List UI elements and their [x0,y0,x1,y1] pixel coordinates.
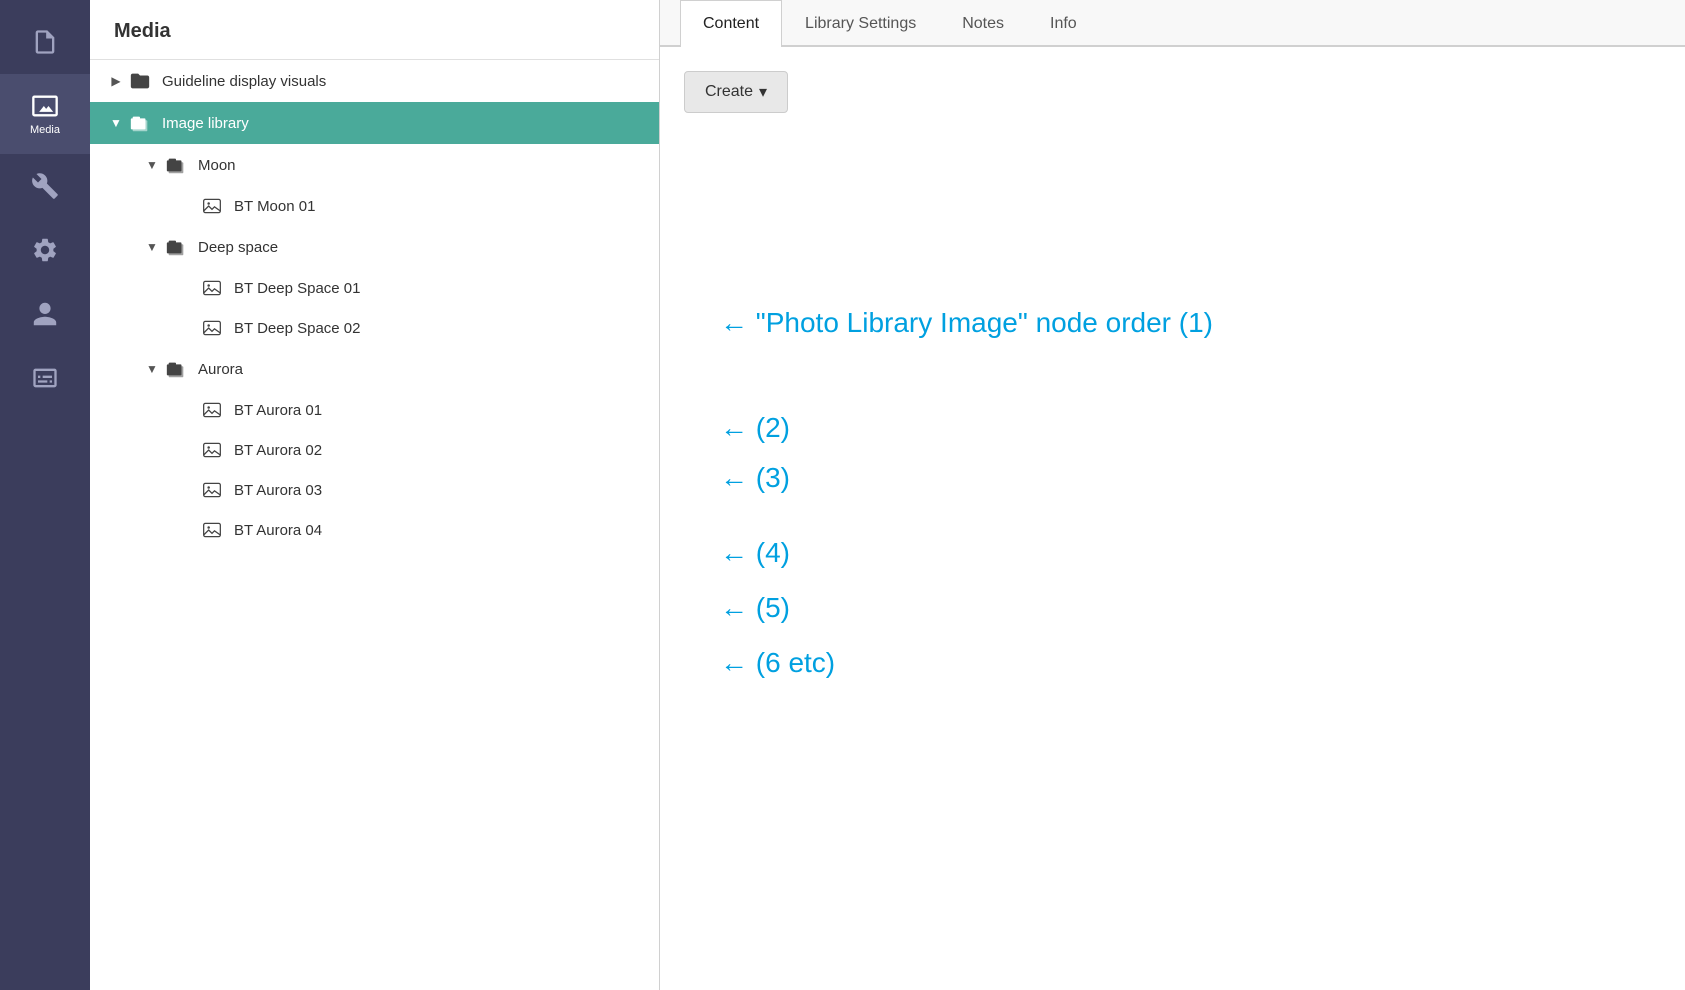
node-label: BT Moon 01 [234,198,315,215]
rail-item-settings[interactable] [0,218,90,282]
tree-node-bt-deep-space-02[interactable]: BT Deep Space 02 [90,308,659,348]
library-icon [162,236,190,258]
tree-panel: Media ▶ Guideline display visuals ▼ Imag… [90,0,660,990]
node-label: Moon [198,157,236,174]
image-icon [198,318,226,338]
annotation-main-text: ← "Photo Library Image" node order (1) [720,307,1213,339]
tree-node-bt-deep-space-01[interactable]: BT Deep Space 01 [90,268,659,308]
image-icon [198,400,226,420]
tab-library-settings[interactable]: Library Settings [782,0,939,47]
node-label: BT Deep Space 02 [234,320,360,337]
toggle-icon: ▼ [142,362,162,376]
toggle-icon: ▼ [106,116,126,130]
tools-icon [31,172,59,200]
node-label: Guideline display visuals [162,73,326,90]
card-icon [31,364,59,392]
toggle-icon: ▼ [142,240,162,254]
tabs-bar: ContentLibrary SettingsNotesInfo [660,0,1685,47]
annotation-5: ← (5) [720,592,790,624]
tree-node-guideline[interactable]: ▶ Guideline display visuals [90,60,659,102]
node-label: BT Aurora 02 [234,442,322,459]
rail-item-user[interactable] [0,282,90,346]
tree-header: Media [90,0,659,60]
annotation-6: ← (6 etc) [720,647,835,679]
toggle-icon: ▶ [106,74,126,88]
node-label: Aurora [198,361,243,378]
image-icon [198,278,226,298]
tree-node-bt-aurora-03[interactable]: BT Aurora 03 [90,470,659,510]
node-label: Image library [162,115,249,132]
rail-media-label: Media [30,124,60,136]
tree-node-bt-moon-01[interactable]: BT Moon 01 [90,186,659,226]
annotation-3: ← (3) [720,462,790,494]
tree-node-moon[interactable]: ▼ Moon [90,144,659,186]
media-icon [31,92,59,120]
create-button[interactable]: Create ▾ [684,71,788,113]
annotation-4: ← (4) [720,537,790,569]
tree-node-bt-aurora-04[interactable]: BT Aurora 04 [90,510,659,550]
tree-node-bt-aurora-01[interactable]: BT Aurora 01 [90,390,659,430]
tree-node-deep-space[interactable]: ▼ Deep space [90,226,659,268]
create-dropdown-icon: ▾ [759,82,767,102]
annotation-2: ← (2) [720,412,790,444]
image-icon [198,440,226,460]
rail-item-media[interactable]: Media [0,74,90,154]
tab-notes[interactable]: Notes [939,0,1027,47]
tab-info[interactable]: Info [1027,0,1100,47]
node-label: BT Aurora 03 [234,482,322,499]
tab-content[interactable]: Content [680,0,782,47]
image-icon [198,520,226,540]
folder-icon [126,70,154,92]
settings-icon [31,236,59,264]
image-icon [198,480,226,500]
node-label: BT Aurora 04 [234,522,322,539]
tree-node-image-library[interactable]: ▼ Image library [90,102,659,144]
node-label: Deep space [198,239,278,256]
node-label: BT Aurora 01 [234,402,322,419]
library-icon [162,154,190,176]
library-icon [162,358,190,380]
user-icon [31,300,59,328]
create-label: Create [705,83,753,101]
annotation-overlay: ← "Photo Library Image" node order (1) ←… [660,47,1685,990]
icon-rail: Media [0,0,90,990]
right-panel: ContentLibrary SettingsNotesInfo Create … [660,0,1685,990]
right-content: Create ▾ ← "Photo Library Image" node or… [660,47,1685,990]
tree-node-bt-aurora-02[interactable]: BT Aurora 02 [90,430,659,470]
image-icon [198,196,226,216]
node-label: BT Deep Space 01 [234,280,360,297]
rail-item-tools[interactable] [0,154,90,218]
document-icon [31,28,59,56]
rail-item-document[interactable] [0,10,90,74]
library-icon [126,112,154,134]
rail-item-card[interactable] [0,346,90,410]
toggle-icon: ▼ [142,158,162,172]
tree-body: ▶ Guideline display visuals ▼ Image libr… [90,60,659,990]
tree-node-aurora[interactable]: ▼ Aurora [90,348,659,390]
